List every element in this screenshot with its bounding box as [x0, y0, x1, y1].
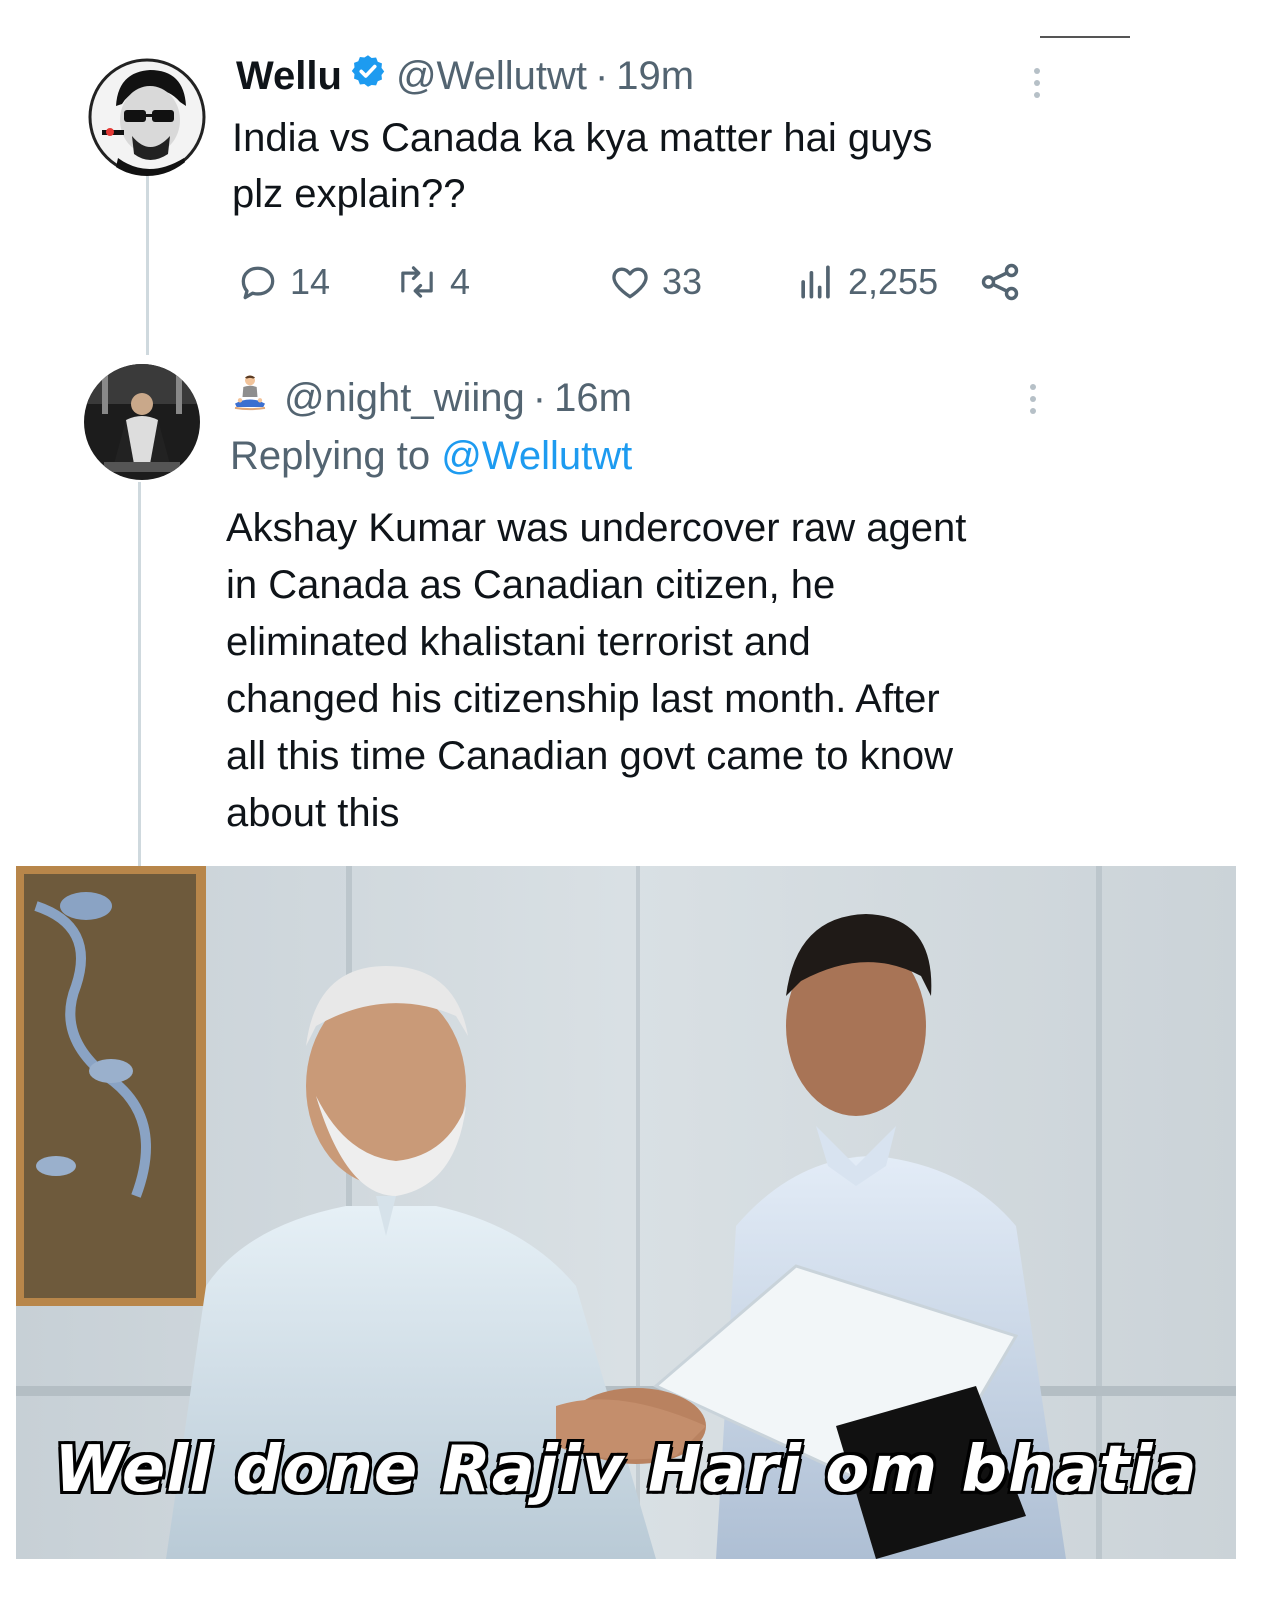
display-name[interactable]: Wellu [236, 52, 342, 100]
meme-image: Well done Rajiv Hari om bhatia [16, 866, 1236, 1559]
meditation-emoji-icon [230, 372, 270, 423]
separator: · [594, 54, 609, 98]
handle[interactable]: @night_wiing [284, 374, 525, 422]
replying-to-handle-link[interactable]: @Wellutwt [441, 434, 632, 478]
reply-button[interactable]: 14 [236, 252, 330, 312]
tweet-2-text: Akshay Kumar was undercover raw agent in… [226, 506, 967, 835]
share-icon [976, 259, 1024, 305]
like-button[interactable]: 33 [608, 252, 702, 312]
like-icon [608, 260, 652, 304]
reply-count: 14 [290, 261, 331, 302]
handle[interactable]: @Wellutwt [396, 52, 587, 100]
more-icon[interactable] [1028, 384, 1038, 414]
replying-to: Replying to @Wellutwt [230, 432, 632, 480]
tweet-1-text: India vs Canada ka kya matter hai guys p… [232, 116, 933, 216]
avatar-wellu[interactable] [88, 58, 206, 176]
views-button[interactable]: 2,255 [794, 252, 938, 312]
thread-line-2 [138, 482, 141, 866]
views-icon [794, 260, 838, 304]
reply-icon [236, 260, 280, 304]
verified-badge-icon [350, 52, 386, 100]
timestamp[interactable]: 19m [616, 52, 694, 100]
replying-to-label: Replying to [230, 434, 431, 478]
tweet-1-actions: 14 4 33 2,255 [236, 252, 1036, 312]
meme-caption: Well done Rajiv Hari om bhatia [53, 1432, 1198, 1509]
retweet-count: 4 [450, 261, 471, 302]
separator: · [532, 375, 547, 420]
share-button[interactable] [976, 252, 1024, 312]
retweet-icon [394, 260, 440, 304]
more-icon[interactable] [1032, 68, 1042, 98]
views-count: 2,255 [848, 261, 939, 302]
thread-line [146, 175, 149, 355]
tweet-2-header: @night_wiing · 16m [230, 372, 632, 423]
tweet-1-header: Wellu @Wellutwt · 19m [236, 52, 694, 100]
like-count: 33 [662, 261, 703, 302]
avatar-night-wiing[interactable] [84, 364, 200, 480]
timestamp[interactable]: 16m [554, 374, 632, 422]
top-divider [1040, 36, 1130, 38]
retweet-button[interactable]: 4 [394, 252, 470, 312]
